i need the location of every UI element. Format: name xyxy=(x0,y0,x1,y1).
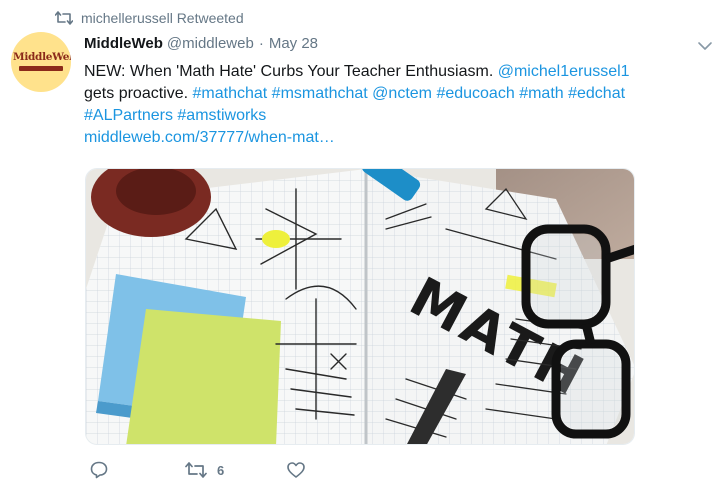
avatar-logo-text: MiddleWeb xyxy=(13,51,71,63)
tweet-header: MiddleWeb @middleweb · May 28 xyxy=(84,35,318,55)
tweet-text-intro: NEW: When 'Math Hate' Curbs Your Teacher… xyxy=(84,63,498,80)
retweet-context: michellerussell Retweeted xyxy=(55,9,244,27)
hashtag-link[interactable]: #ALPartners xyxy=(84,107,173,124)
tweet-date[interactable]: May 28 xyxy=(269,35,318,52)
like-button[interactable] xyxy=(286,458,306,482)
tweet[interactable]: michellerussell Retweeted MiddleWeb Midd… xyxy=(0,0,725,491)
avatar[interactable]: MiddleWeb xyxy=(11,32,71,92)
retweet-button[interactable]: 6 xyxy=(185,458,224,482)
retweet-count: 6 xyxy=(217,462,225,478)
author-handle[interactable]: @middleweb xyxy=(167,35,254,52)
chevron-down-icon[interactable] xyxy=(697,39,713,53)
mention-link[interactable]: @nctem xyxy=(372,85,432,102)
retweet-context-text[interactable]: michellerussell Retweeted xyxy=(81,10,244,26)
reply-icon xyxy=(90,461,108,479)
hashtag-link[interactable]: #math xyxy=(519,85,563,102)
heart-icon xyxy=(287,462,305,478)
hashtag-link[interactable]: #educoach xyxy=(436,85,514,102)
author-name[interactable]: MiddleWeb xyxy=(84,35,163,52)
tweet-text-mid: gets proactive. xyxy=(84,85,193,102)
avatar-logo-bar xyxy=(19,66,63,71)
reply-button[interactable] xyxy=(89,458,109,482)
header-separator: · xyxy=(258,35,264,52)
mention-link[interactable]: @michel1erussel1 xyxy=(498,63,630,80)
retweet-icon xyxy=(185,462,207,478)
tweet-actions: 6 xyxy=(85,458,385,482)
url-link[interactable]: middleweb.com/37777/when-mat… xyxy=(84,129,335,146)
tweet-text: NEW: When 'Math Hate' Curbs Your Teacher… xyxy=(84,61,714,149)
tweet-media-image[interactable]: MATH xyxy=(85,168,635,445)
hashtag-link[interactable]: #mathchat xyxy=(193,85,268,102)
math-notebook-photo: MATH xyxy=(86,169,634,444)
hashtag-link[interactable]: #msmathchat xyxy=(272,85,368,102)
hashtag-link[interactable]: #edchat xyxy=(568,85,625,102)
retweet-icon xyxy=(55,11,73,25)
hashtag-link[interactable]: #amstiworks xyxy=(177,107,266,124)
